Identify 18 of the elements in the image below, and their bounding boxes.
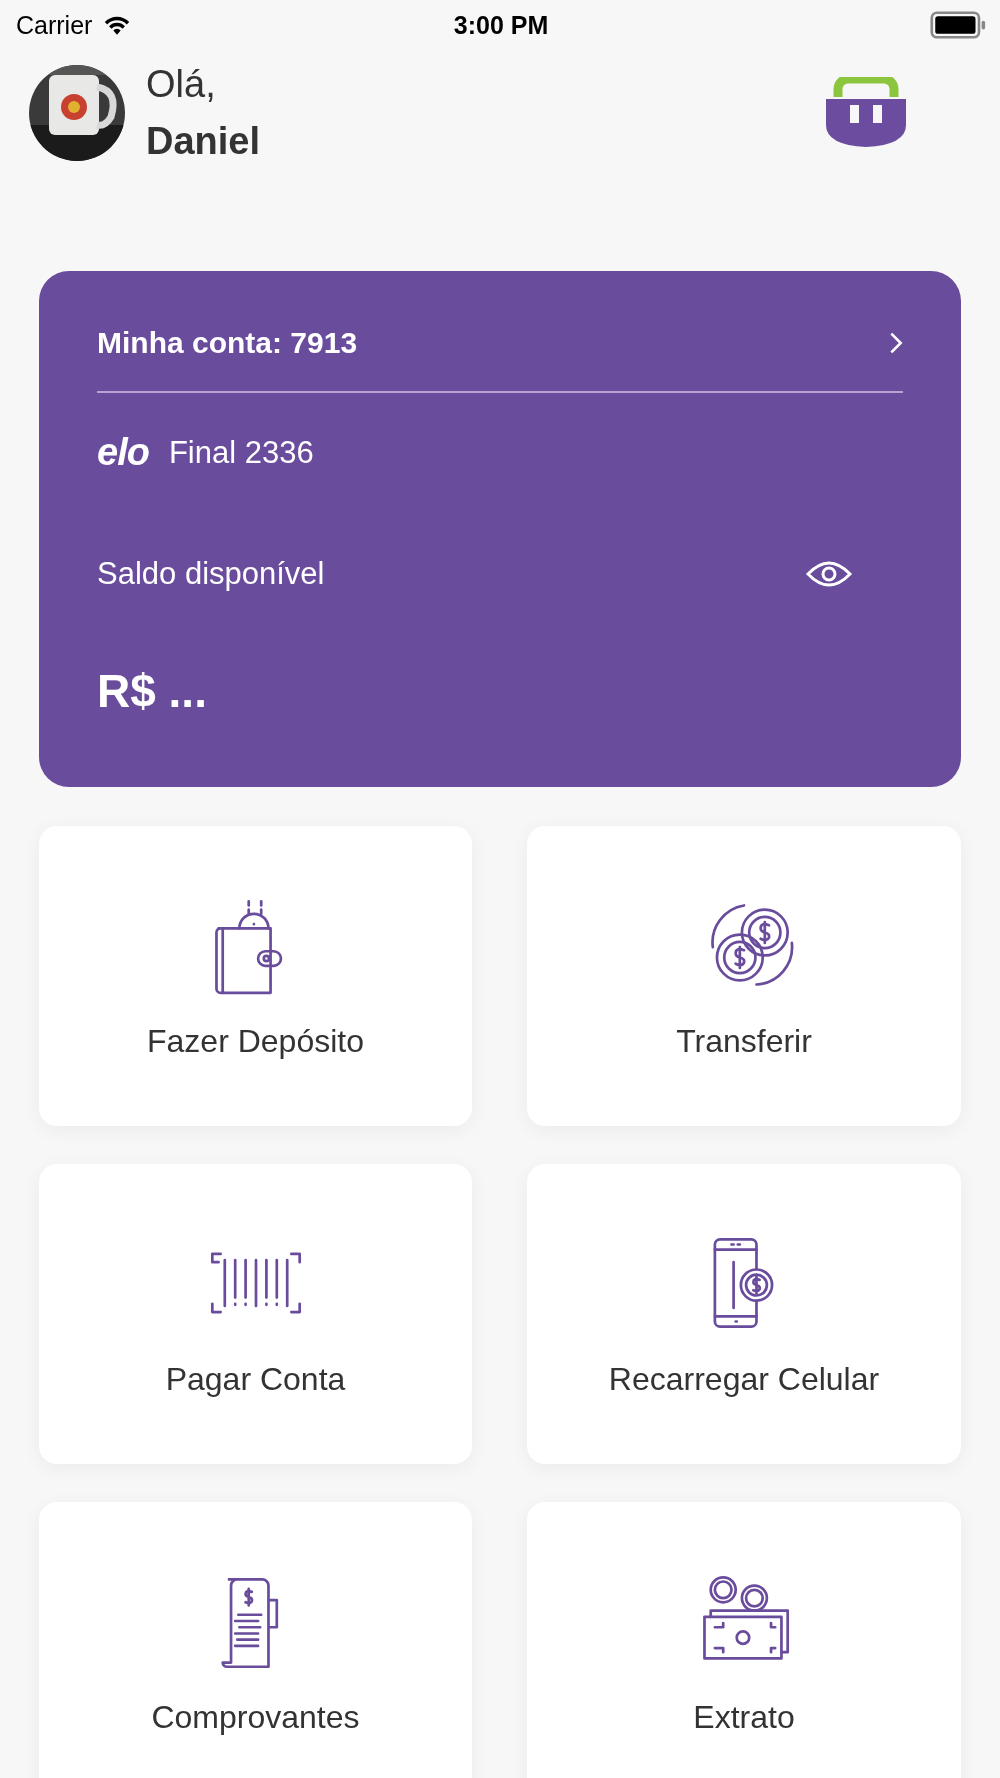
action-tile[interactable]: Recarregar Celular — [527, 1164, 961, 1464]
balance-label: Saldo disponível — [97, 556, 325, 592]
card-number: Final 2336 — [168, 434, 314, 471]
account-link[interactable]: Minha conta: 7913 — [97, 323, 903, 363]
chevron-icon — [889, 331, 903, 355]
clock-time: 3:00 PM — [453, 10, 549, 40]
action-tile[interactable]: Fazer Depósito — [39, 826, 472, 1126]
action-tile[interactable]: Extrato — [527, 1502, 961, 1778]
carrier-label: Carrier — [16, 10, 93, 40]
action-tile[interactable]: Transferir — [527, 826, 961, 1126]
action-tile[interactable]: Pagar Conta — [39, 1164, 472, 1464]
balance-amount: R$ ... — [97, 664, 207, 718]
greeting-text: Olá, — [146, 63, 217, 106]
basket-icon[interactable] — [824, 77, 908, 149]
battery-icon — [930, 11, 986, 39]
card-brand-logo: elo — [97, 431, 149, 474]
action-tile[interactable]: Comprovantes — [39, 1502, 472, 1778]
user-name: Daniel — [146, 120, 261, 163]
